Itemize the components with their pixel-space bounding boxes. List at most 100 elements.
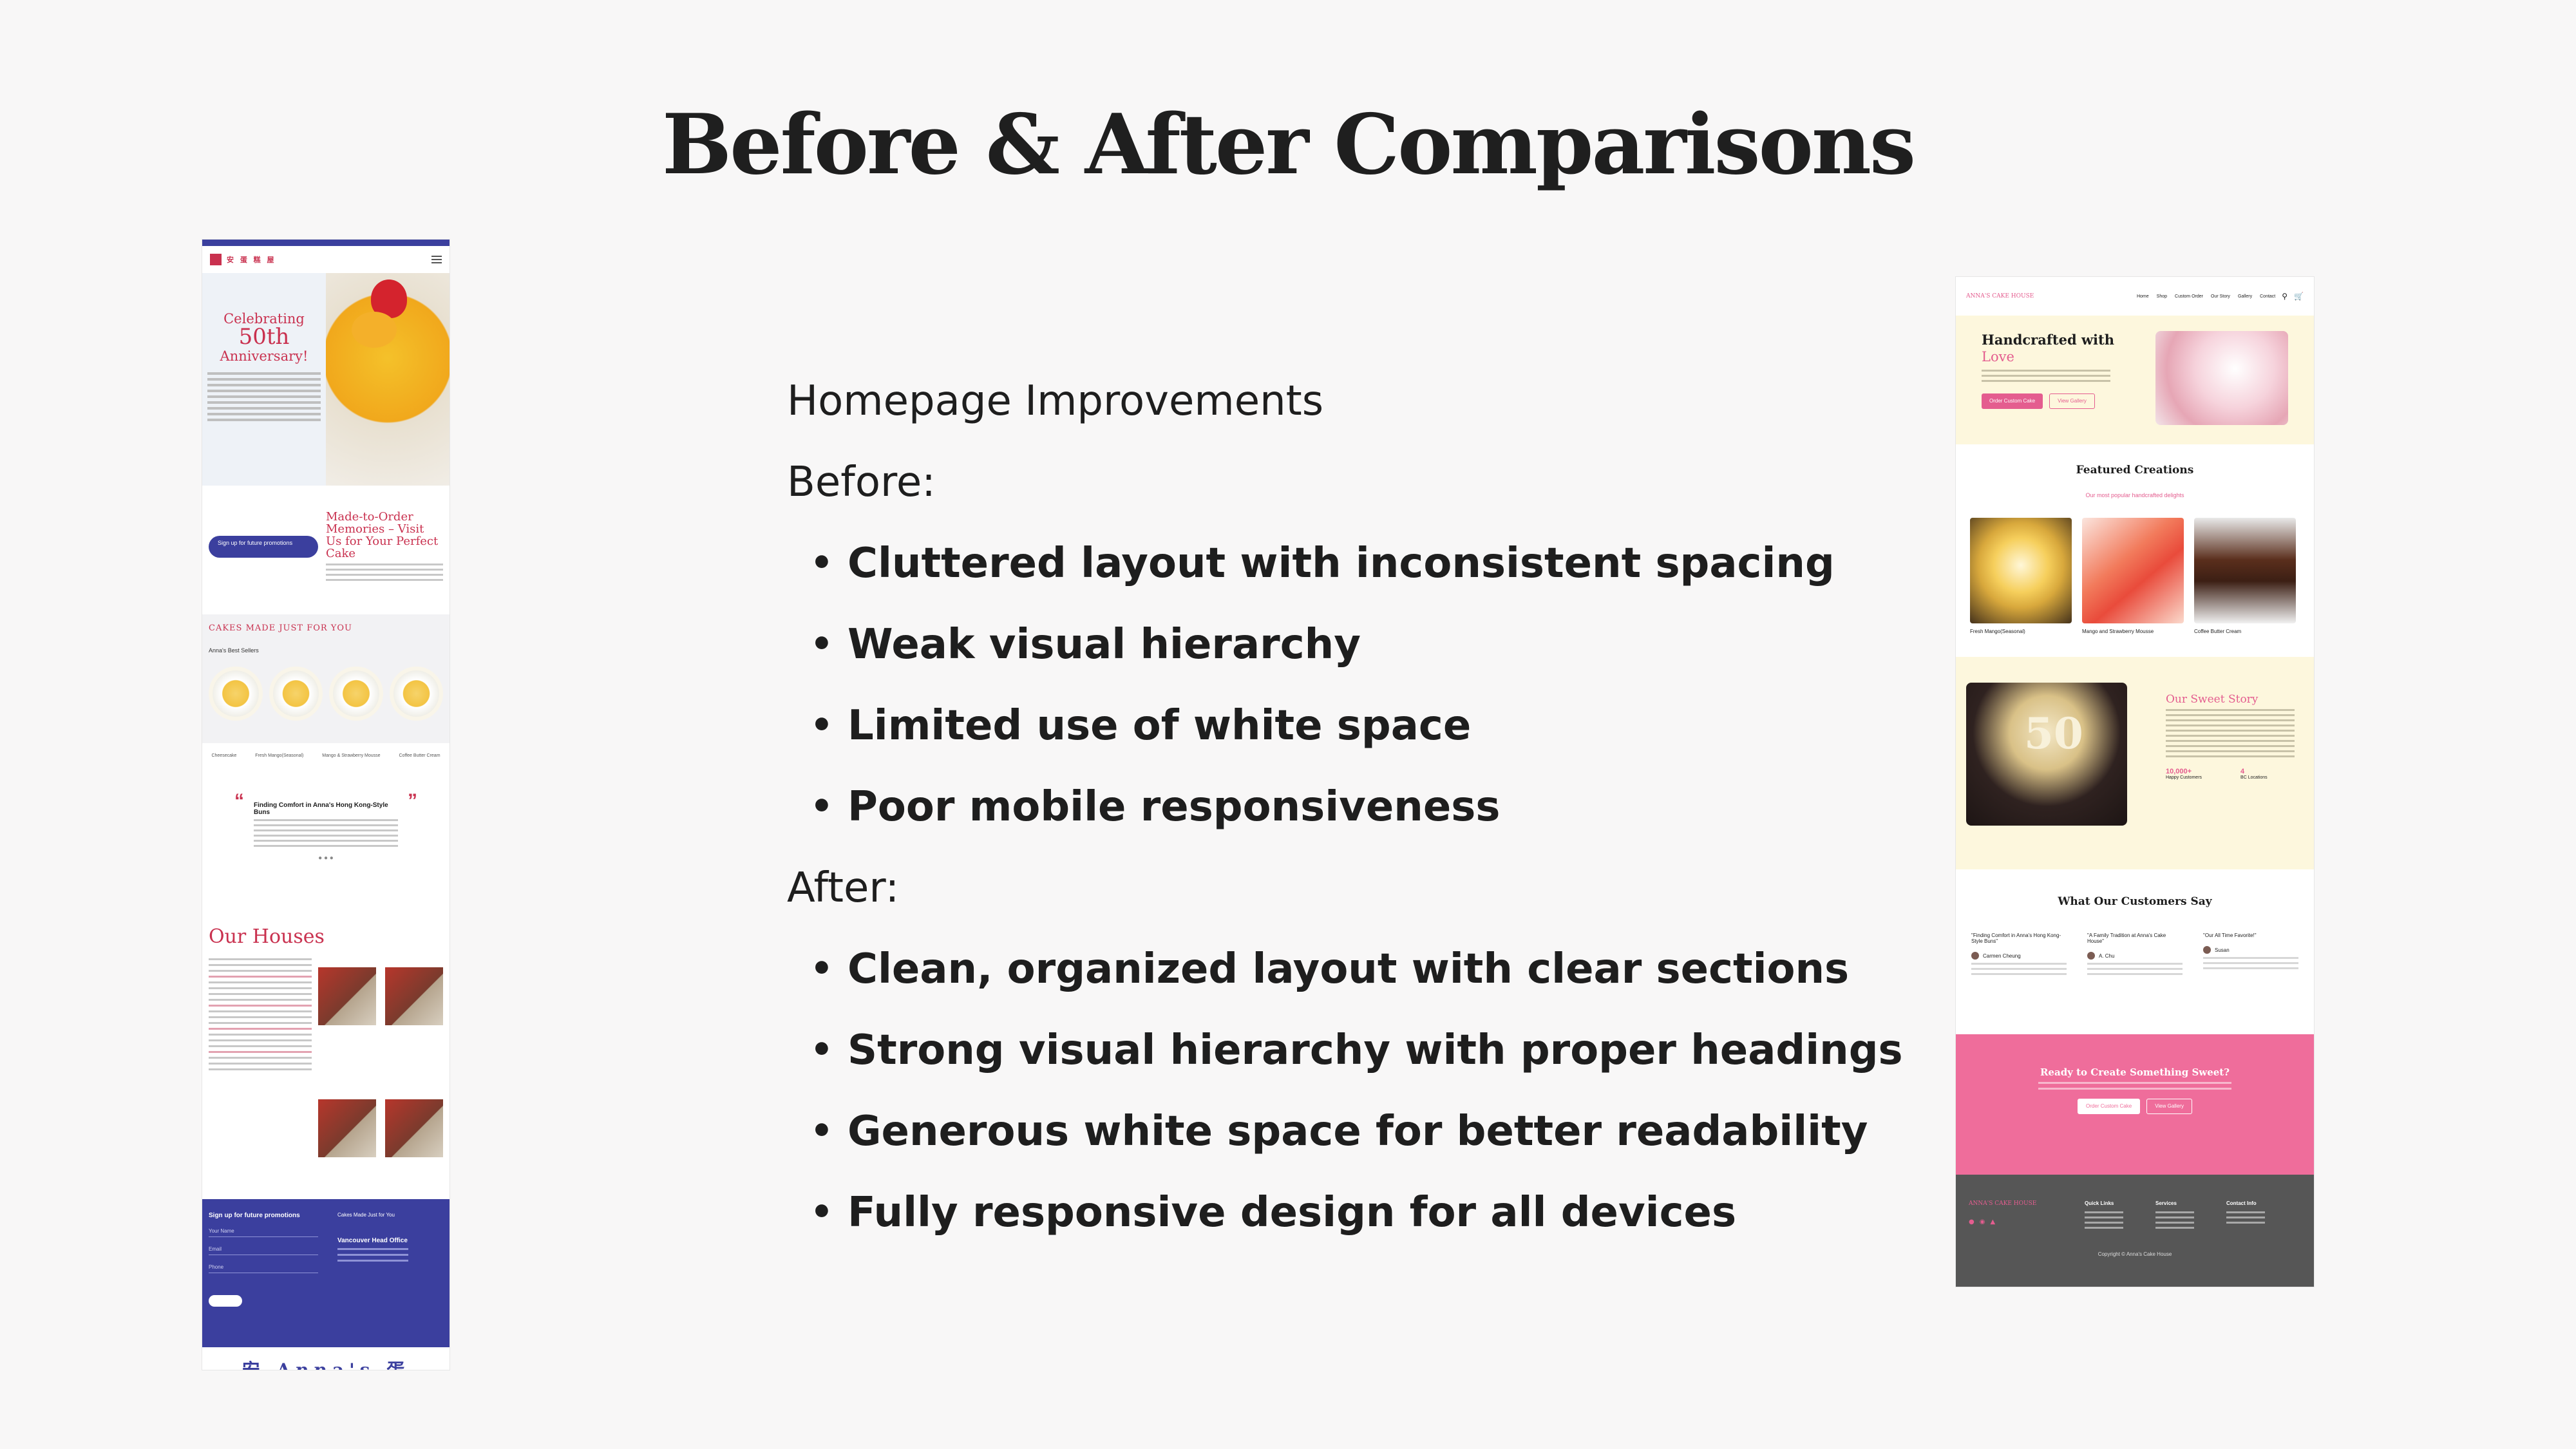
- after-point: Fully responsive design for all devices: [787, 1172, 1920, 1253]
- after-testimonial-card: "Finding Comfort in Anna's Hong Kong-Sty…: [1966, 927, 2072, 1011]
- before-footer-title: Sign up for future promotions: [209, 1212, 300, 1219]
- after-footer-column: Contact Info: [2226, 1200, 2265, 1232]
- before-footer: Sign up for future promotions Your Name …: [202, 1199, 450, 1347]
- before-cake-image: [209, 667, 263, 721]
- social-icons: ●◉▲: [1969, 1218, 2001, 1226]
- after-cta-title: Ready to Create Something Sweet?: [2040, 1066, 2230, 1078]
- before-phone-field: Phone: [209, 1259, 318, 1273]
- after-story-badge: 50: [2024, 708, 2083, 759]
- after-nav-link: Gallery: [2237, 294, 2253, 299]
- after-point: Strong visual hierarchy with proper head…: [787, 1010, 1920, 1091]
- after-featured-image: [2194, 518, 2296, 623]
- after-featured-name: Coffee Butter Cream: [2194, 629, 2242, 634]
- before-point: Limited use of white space: [787, 685, 1920, 766]
- before-houses-title: Our Houses: [209, 925, 325, 948]
- after-nav-link: Home: [2136, 294, 2149, 299]
- after-homepage-screenshot: ANNA'S CAKE HOUSE Home Shop Custom Order…: [1956, 277, 2314, 1287]
- before-promo-title: Made-to-Order Memories – Visit Us for Yo…: [326, 510, 439, 560]
- before-point: Weak visual hierarchy: [787, 604, 1920, 685]
- before-signup-button: Sign up for future promotions: [209, 536, 318, 558]
- before-testimonial: “ ” Finding Comfort in Anna's Hong Kong-…: [209, 784, 443, 913]
- before-hero-cake-image: [326, 273, 450, 486]
- after-hero-title: Handcrafted with Love: [1982, 332, 2114, 365]
- after-nav-link: Shop: [2156, 294, 2168, 299]
- before-promo-paragraph: [326, 563, 443, 581]
- before-hero-heading: Celebrating 50th Anniversary!: [220, 311, 308, 364]
- before-cake-label: Mango & Strawberry Mousse: [322, 753, 381, 758]
- avatar: [2203, 946, 2211, 954]
- before-top-bar: [202, 240, 450, 246]
- before-cakes-section: CAKES MADE JUST FOR YOU Anna's Best Sell…: [202, 614, 450, 743]
- before-house-photo: [318, 967, 376, 1025]
- before-house-photos: [318, 954, 443, 1186]
- after-nav: ANNA'S CAKE HOUSE Home Shop Custom Order…: [1956, 277, 2314, 316]
- before-email-field: Email: [209, 1241, 318, 1255]
- before-point: Poor mobile responsiveness: [787, 766, 1920, 848]
- before-house-photo: [385, 967, 443, 1025]
- before-testimonial-title: Finding Comfort in Anna's Hong Kong-Styl…: [254, 802, 388, 816]
- after-cta-order-button: Order Custom Cake: [2078, 1099, 2141, 1114]
- after-nav-links: Home Shop Custom Order Our Story Gallery…: [2137, 294, 2275, 299]
- after-featured-name: Mango and Strawberry Mousse: [2082, 629, 2154, 634]
- after-testimonial-card: "Our All Time Favorite!" Susan: [2198, 927, 2304, 1011]
- before-homepage-screenshot: 安 蛋 糕 屋 Celebrating 50th Anniversary! Si…: [202, 240, 450, 1370]
- after-featured-subtitle: Our most popular handcrafted delights: [2085, 492, 2184, 498]
- after-copyright: Copyright © Anna's Cake House: [2098, 1251, 2172, 1257]
- after-label: After:: [787, 864, 900, 912]
- after-footer-column: Quick Links: [2085, 1200, 2123, 1232]
- after-story-image: 50: [1966, 683, 2127, 826]
- before-nav: 安 蛋 糕 屋: [202, 246, 450, 273]
- before-cake-image: [389, 667, 443, 721]
- comparison-text: Homepage Improvements Before: Cluttered …: [787, 361, 1920, 1253]
- after-featured-image: [2082, 518, 2184, 623]
- before-submit-button: [209, 1295, 242, 1307]
- after-order-button: Order Custom Cake: [1982, 393, 2043, 409]
- slide-title: Before & After Comparisons: [661, 97, 1916, 193]
- before-footer-link: Cakes Made Just for You: [337, 1212, 395, 1218]
- before-logo-icon: [210, 254, 222, 265]
- avatar: [1971, 952, 1979, 960]
- after-hero: Handcrafted with Love Order Custom Cake …: [1956, 316, 2314, 444]
- before-house-photo: [385, 1099, 443, 1157]
- after-footer-brand: ANNA'S CAKE HOUSE: [1969, 1200, 2037, 1207]
- quote-icon: “: [234, 790, 244, 811]
- after-hero-cake-image: [2155, 331, 2288, 425]
- after-hero-paragraph: [1982, 369, 2136, 382]
- after-featured-section: Featured Creations Our most popular hand…: [1956, 444, 2314, 657]
- after-testimonial-card: "A Family Tradition at Anna's Cake House…: [2082, 927, 2188, 1011]
- after-story-paragraph: [2166, 709, 2295, 757]
- after-gallery-button: View Gallery: [2049, 393, 2095, 409]
- search-icon: ⚲: [2282, 292, 2288, 301]
- before-houses-text: [209, 954, 312, 1186]
- after-cta-paragraph: [1956, 1082, 2314, 1090]
- after-cta-gallery-button: View Gallery: [2146, 1099, 2192, 1114]
- after-testimonials-title: What Our Customers Say: [2058, 895, 2212, 908]
- hamburger-menu-icon: [431, 256, 442, 263]
- before-cake-image: [269, 667, 323, 721]
- before-best-sellers-label: Anna's Best Sellers: [209, 647, 259, 654]
- after-point: Generous white space for better readabil…: [787, 1091, 1920, 1172]
- before-hero-text: Celebrating 50th Anniversary!: [202, 273, 326, 486]
- before-point: Cluttered layout with inconsistent spaci…: [787, 523, 1920, 604]
- cart-icon: 🛒: [2294, 292, 2304, 301]
- before-house-photo: [318, 1099, 376, 1157]
- before-cake-label: Fresh Mango(Seasonal): [255, 753, 304, 758]
- after-featured-image: [1970, 518, 2072, 623]
- before-name-field: Your Name: [209, 1223, 318, 1237]
- after-cta-section: Ready to Create Something Sweet? Order C…: [1956, 1034, 2314, 1175]
- after-featured-item: Coffee Butter Cream: [2194, 518, 2296, 634]
- before-cake-image: [329, 667, 383, 721]
- before-cakes-title: CAKES MADE JUST FOR YOU: [209, 623, 352, 633]
- after-featured-name: Fresh Mango(Seasonal): [1970, 629, 2025, 634]
- after-featured-item: Fresh Mango(Seasonal): [1970, 518, 2072, 634]
- after-stat: 10,000+ Happy Customers: [2166, 768, 2202, 780]
- after-stat: 4 BC Locations: [2240, 768, 2268, 780]
- after-story-section: 50 Our Sweet Story 10,000+ Happy Custome…: [1956, 657, 2314, 869]
- after-brand: ANNA'S CAKE HOUSE: [1966, 293, 2034, 299]
- after-nav-link: Contact: [2260, 294, 2276, 299]
- before-cake-label: Cheesecake: [211, 753, 237, 758]
- after-story-title: Our Sweet Story: [2166, 693, 2259, 706]
- after-footer-column: Services: [2155, 1200, 2194, 1232]
- before-office-title: Vancouver Head Office: [337, 1237, 408, 1244]
- after-nav-link: Custom Order: [2175, 294, 2203, 299]
